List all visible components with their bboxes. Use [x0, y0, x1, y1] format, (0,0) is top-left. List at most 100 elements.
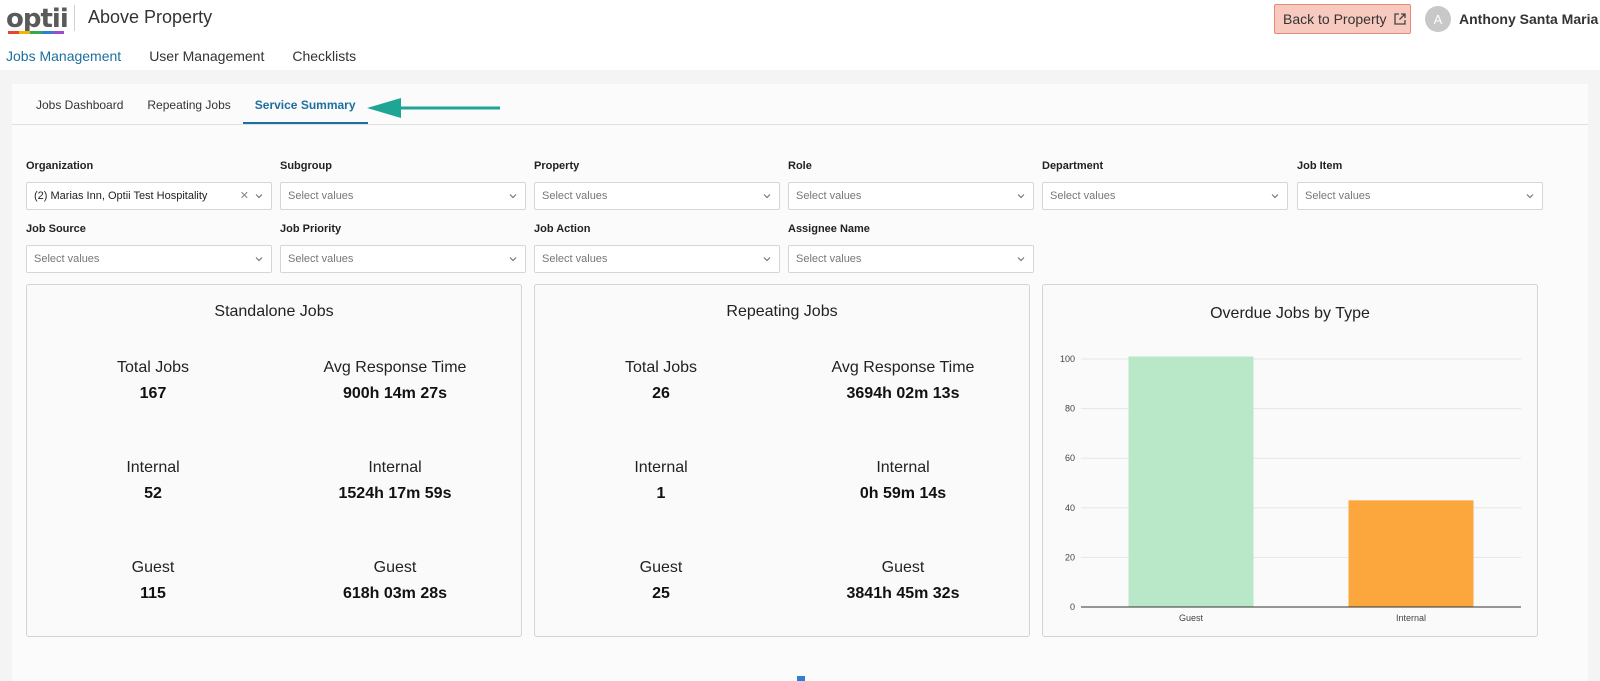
- app-title: Above Property: [88, 7, 213, 27]
- filter-label: Property: [534, 160, 580, 172]
- stat-internal: Internal 52: [29, 459, 277, 503]
- clear-icon[interactable]: ✕: [240, 189, 249, 202]
- bar-internal: [1348, 500, 1474, 607]
- tab-repeating-jobs[interactable]: Repeating Jobs: [135, 84, 242, 124]
- stat-value: 1: [656, 485, 666, 502]
- app-header: optii Above Property Back to Property A …: [0, 0, 1600, 72]
- stat-label: Internal: [876, 459, 930, 476]
- stat-guest: Guest 115: [29, 559, 277, 603]
- stat-internal-time: Internal 0h 59m 14s: [779, 459, 1027, 503]
- subtabs: Jobs Dashboard Repeating Jobs Service Su…: [24, 84, 368, 124]
- chevron-down-icon: [763, 257, 771, 262]
- stat-label: Total Jobs: [624, 359, 698, 376]
- main-nav: Jobs Management User Management Checklis…: [0, 48, 378, 72]
- stat-label: Guest: [639, 559, 683, 576]
- nav-checklists[interactable]: Checklists: [292, 48, 356, 72]
- stat-value: 115: [140, 585, 166, 602]
- filter-label: Job Item: [1297, 160, 1343, 172]
- stat-guest-time: Guest 3841h 45m 32s: [779, 559, 1027, 603]
- repeating-jobs-card: Repeating Jobs Total Jobs 26 Avg Respons…: [534, 284, 1030, 637]
- chevron-down-icon: [1017, 194, 1025, 199]
- filter-job-priority: Job Priority Select values: [280, 223, 526, 273]
- filter-assignee-name: Assignee Name Select values: [788, 223, 1034, 273]
- scroll-indicator[interactable]: [797, 676, 805, 681]
- user-name[interactable]: Anthony Santa Maria: [1459, 11, 1598, 27]
- y-tick-label: 80: [1065, 404, 1075, 414]
- filter-job-action: Job Action Select values: [534, 223, 780, 273]
- stat-label: Avg Response Time: [323, 359, 467, 376]
- x-tick-label: Internal: [1396, 613, 1426, 623]
- stat-total-jobs: Total Jobs 167: [29, 359, 277, 403]
- annotation-arrow-icon: [367, 98, 500, 118]
- y-tick-label: 40: [1065, 503, 1075, 513]
- job-source-select[interactable]: Select values: [26, 245, 272, 273]
- content-area: Jobs Dashboard Repeating Jobs Service Su…: [0, 70, 1600, 681]
- standalone-jobs-card: Standalone Jobs Total Jobs 167 Avg Respo…: [26, 284, 522, 637]
- property-select[interactable]: Select values: [534, 182, 780, 210]
- stat-label: Avg Response Time: [831, 359, 975, 376]
- stat-value: 26: [652, 385, 670, 402]
- subtabs-divider: [12, 124, 1588, 125]
- stat-label: Guest: [131, 559, 175, 576]
- y-tick-label: 20: [1065, 552, 1075, 562]
- filter-label: Organization: [26, 160, 94, 172]
- nav-user-management[interactable]: User Management: [149, 48, 264, 72]
- chevron-down-icon: [1271, 194, 1279, 199]
- placeholder: Select values: [288, 253, 354, 265]
- role-select[interactable]: Select values: [788, 182, 1034, 210]
- placeholder: Select values: [34, 253, 100, 265]
- assignee-name-select[interactable]: Select values: [788, 245, 1034, 273]
- filter-label: Department: [1042, 160, 1104, 172]
- placeholder: Select values: [796, 190, 862, 202]
- back-to-property-label: Back to Property: [1283, 11, 1387, 27]
- stat-value: 0h 59m 14s: [859, 485, 947, 502]
- placeholder: Select values: [1050, 190, 1116, 202]
- stat-internal: Internal 1: [537, 459, 785, 503]
- stat-label: Internal: [126, 459, 180, 476]
- back-to-property-button[interactable]: Back to Property: [1274, 4, 1411, 34]
- job-item-select[interactable]: Select values: [1297, 182, 1543, 210]
- placeholder: Select values: [542, 190, 608, 202]
- filter-job-item: Job Item Select values: [1297, 160, 1543, 210]
- optii-logo[interactable]: optii: [6, 4, 69, 34]
- filter-property: Property Select values: [534, 160, 780, 210]
- stat-label: Total Jobs: [116, 359, 190, 376]
- stat-value: 1524h 17m 59s: [338, 485, 452, 502]
- filter-label: Subgroup: [280, 160, 332, 172]
- placeholder: Select values: [288, 190, 354, 202]
- department-select[interactable]: Select values: [1042, 182, 1288, 210]
- filter-job-source: Job Source Select values: [26, 223, 272, 273]
- subgroup-select[interactable]: Select values: [280, 182, 526, 210]
- filter-subgroup: Subgroup Select values: [280, 160, 526, 210]
- selected-value: (2) Marias Inn, Optii Test Hospitality: [34, 190, 208, 202]
- stat-value: 3694h 02m 13s: [846, 385, 960, 402]
- chevron-down-icon: [509, 194, 517, 199]
- bar-guest: [1128, 356, 1254, 607]
- job-priority-select[interactable]: Select values: [280, 245, 526, 273]
- stat-value: 900h 14m 27s: [342, 385, 448, 402]
- job-action-select[interactable]: Select values: [534, 245, 780, 273]
- chevron-down-icon: [1526, 194, 1534, 199]
- filter-role: Role Select values: [788, 160, 1034, 210]
- stat-guest: Guest 25: [537, 559, 785, 603]
- y-tick-label: 0: [1070, 602, 1075, 612]
- tab-jobs-dashboard[interactable]: Jobs Dashboard: [24, 84, 135, 124]
- stat-value: 25: [652, 585, 670, 602]
- placeholder: Select values: [542, 253, 608, 265]
- tab-service-summary[interactable]: Service Summary: [242, 84, 368, 124]
- stat-avg-response-time: Avg Response Time 900h 14m 27s: [271, 359, 519, 403]
- stat-guest-time: Guest 618h 03m 28s: [271, 559, 519, 603]
- nav-jobs-management[interactable]: Jobs Management: [6, 48, 122, 72]
- organization-select[interactable]: (2) Marias Inn, Optii Test Hospitality ✕: [26, 182, 272, 210]
- avatar[interactable]: A: [1425, 6, 1451, 32]
- filter-label: Role: [788, 160, 812, 172]
- stat-label: Guest: [881, 559, 925, 576]
- overdue-jobs-chart-card: Overdue Jobs by Type 0 20 40 60 80 100 Guest In…: [1042, 284, 1538, 637]
- stat-avg-response-time: Avg Response Time 3694h 02m 13s: [779, 359, 1027, 403]
- filter-organization: Organization (2) Marias Inn, Optii Test …: [26, 160, 272, 210]
- stat-label: Guest: [373, 559, 417, 576]
- stat-value: 3841h 45m 32s: [846, 585, 960, 602]
- external-link-icon: [1393, 13, 1406, 25]
- filter-label: Job Priority: [280, 223, 342, 235]
- y-tick-label: 100: [1060, 354, 1075, 364]
